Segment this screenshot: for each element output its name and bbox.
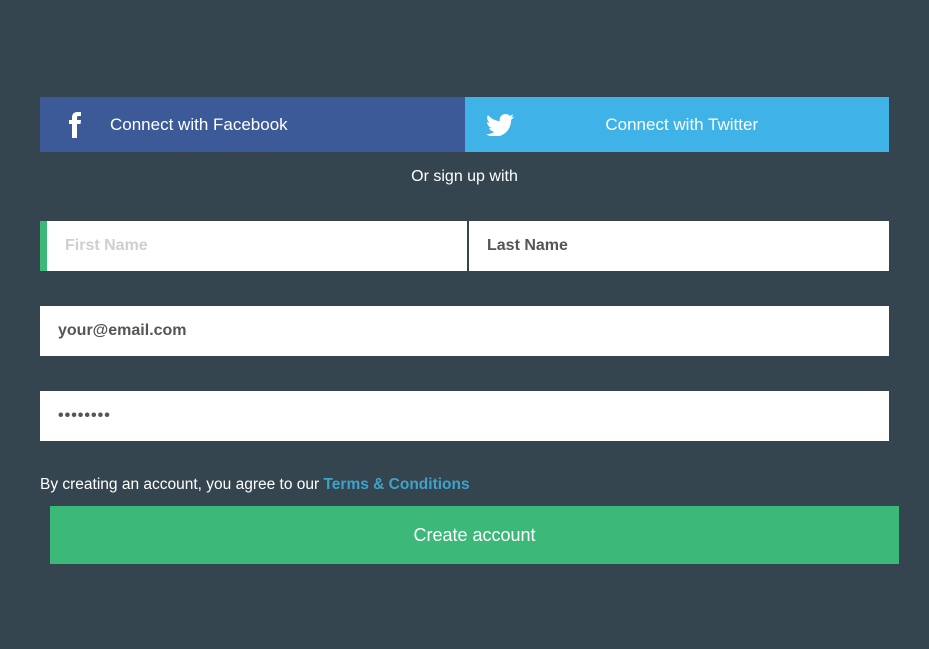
last-name-input[interactable] [469, 221, 889, 271]
divider-text: Or sign up with [40, 168, 889, 186]
facebook-login-button[interactable]: Connect with Facebook [40, 97, 465, 152]
password-input[interactable] [40, 391, 889, 441]
terms-prefix: By creating an account, you agree to our [40, 476, 323, 493]
twitter-login-label: Connect with Twitter [535, 115, 890, 135]
last-name-wrap [469, 221, 889, 271]
twitter-icon [465, 114, 535, 136]
terms-link[interactable]: Terms & Conditions [323, 476, 469, 493]
first-name-wrap [40, 221, 467, 271]
create-account-button[interactable]: Create account [50, 506, 899, 564]
facebook-icon [40, 112, 110, 138]
first-name-input[interactable] [47, 221, 467, 271]
social-login-row: Connect with Facebook Connect with Twitt… [40, 97, 889, 152]
terms-row: By creating an account, you agree to our… [40, 476, 889, 494]
twitter-login-button[interactable]: Connect with Twitter [465, 97, 890, 152]
facebook-login-label: Connect with Facebook [110, 115, 465, 135]
email-input[interactable] [40, 306, 889, 356]
name-row [40, 221, 889, 271]
